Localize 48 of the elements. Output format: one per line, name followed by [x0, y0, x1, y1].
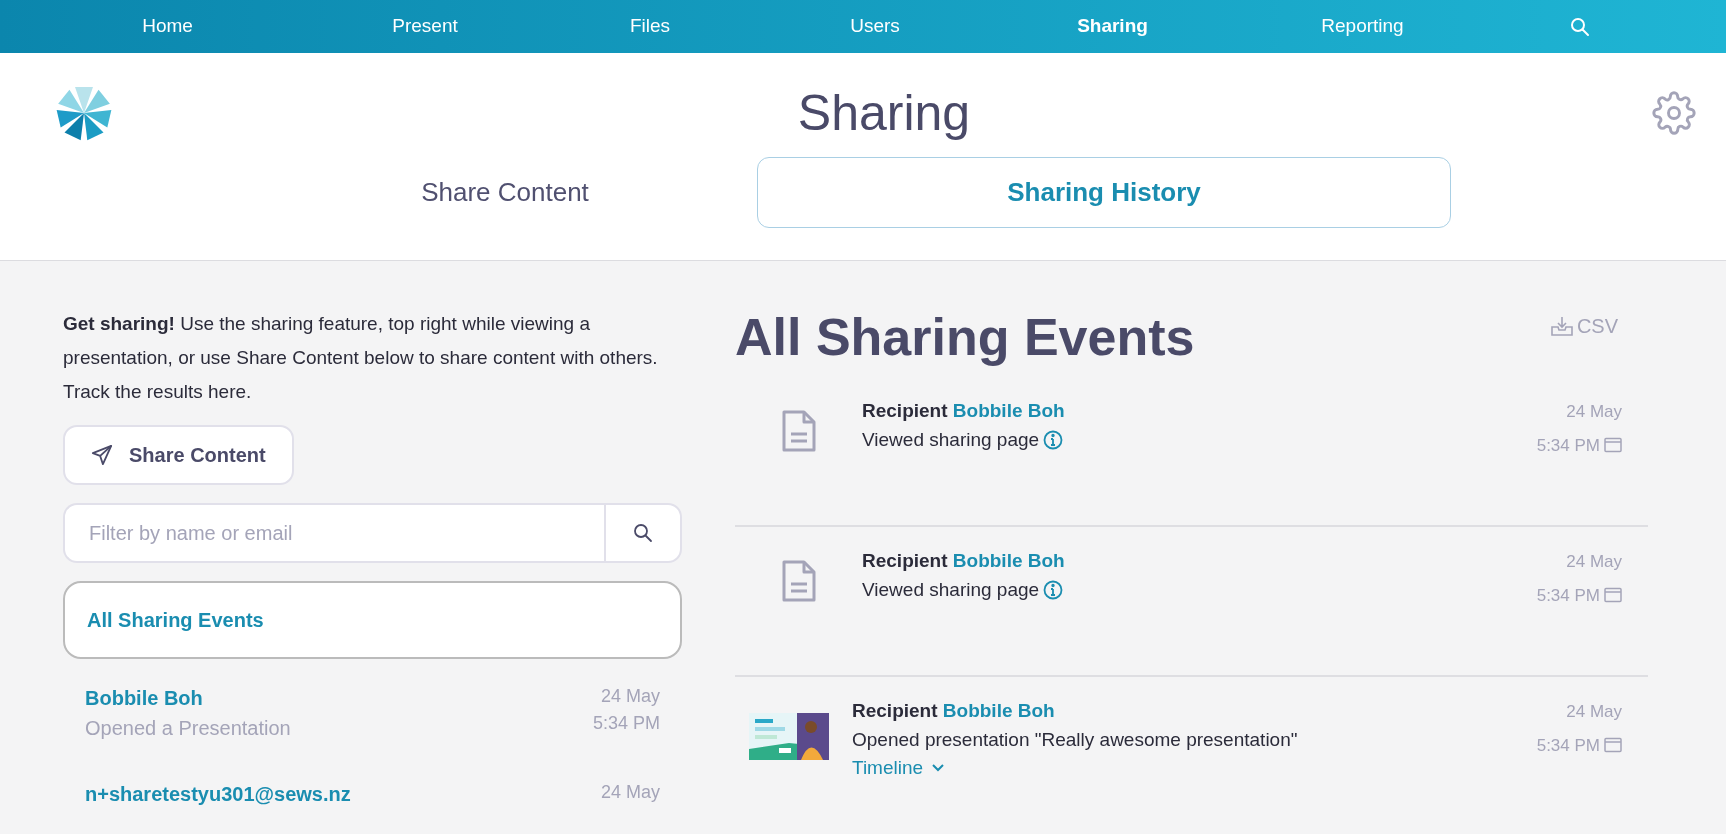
calendar-icon: [1604, 737, 1622, 754]
nav-link[interactable]: Users: [850, 12, 900, 41]
activity-text: Viewed sharing page: [862, 577, 1040, 602]
activity-text: Opened presentation "Really awesome presentation": [852, 727, 1298, 752]
time-text: 5:34 PM: [1536, 734, 1600, 757]
tab[interactable]: Sharing History: [757, 157, 1451, 228]
filter-field[interactable]: Filter by name or email: [63, 503, 604, 563]
document-icon: [780, 559, 817, 603]
contact-name: n+sharetestyu301@sews.nz: [85, 782, 351, 807]
sidebar-item[interactable]: All Sharing Events: [63, 581, 682, 659]
search-icon: [633, 523, 653, 543]
calendar-icon: [1604, 437, 1622, 454]
sidebar-item[interactable]: n+sharetestyu301@sews.nz 24 May: [63, 763, 682, 821]
settings-icon[interactable]: [1652, 91, 1696, 135]
sidebar-item[interactable]: Bobbile Boh Opened a Presentation 24 May 5:34 PM: [63, 667, 682, 755]
date-text: 24 May: [1566, 551, 1622, 573]
info-icon[interactable]: [1043, 429, 1064, 450]
search-icon[interactable]: [1570, 16, 1590, 37]
date-text: 24 May: [1566, 401, 1622, 423]
download-tray-icon: [1550, 316, 1573, 336]
contact-name: Bobbile Boh: [85, 686, 204, 711]
nav-link[interactable]: Sharing: [1077, 12, 1148, 41]
share-content-button[interactable]: Share Content: [63, 425, 294, 485]
calendar-icon: [1604, 587, 1622, 604]
intro-text: Get sharing! Use the sharing feature, top right while viewing a presentation, or use Share Content below to share content with others. Track the results here.: [63, 312, 659, 404]
nav-link[interactable]: Present: [392, 12, 458, 41]
date-text: 24 May: [1566, 701, 1622, 723]
nav-link[interactable]: Home: [142, 12, 193, 41]
time-text: 5:34 PM: [592, 712, 660, 735]
recipient-line: Recipient Bobbile Boh: [852, 699, 1056, 723]
date-text: 24 May: [600, 781, 660, 804]
document-icon: [780, 409, 817, 453]
timeline-toggle[interactable]: Timeline: [852, 754, 946, 783]
search-button[interactable]: [604, 503, 682, 563]
csv-download-link[interactable]: CSV: [1550, 311, 1618, 341]
paper-plane-icon: [91, 444, 113, 466]
time-text: 5:34 PM: [1536, 434, 1600, 457]
nav-link[interactable]: Reporting: [1321, 12, 1404, 41]
recipient-line: Recipient Bobbile Boh: [862, 549, 1066, 573]
time-text: 5:34 PM: [1536, 584, 1600, 607]
activity-text: Opened a Presentation: [85, 716, 291, 741]
page-title: Sharing: [797, 88, 971, 138]
date-text: 24 May: [599, 685, 660, 708]
nav-link[interactable]: Files: [629, 12, 671, 41]
chevron-down-icon: [931, 763, 946, 774]
info-icon[interactable]: [1043, 579, 1064, 600]
activity-text: Viewed sharing page: [862, 427, 1040, 452]
recipient-line: Recipient Bobbile Boh: [862, 399, 1066, 423]
